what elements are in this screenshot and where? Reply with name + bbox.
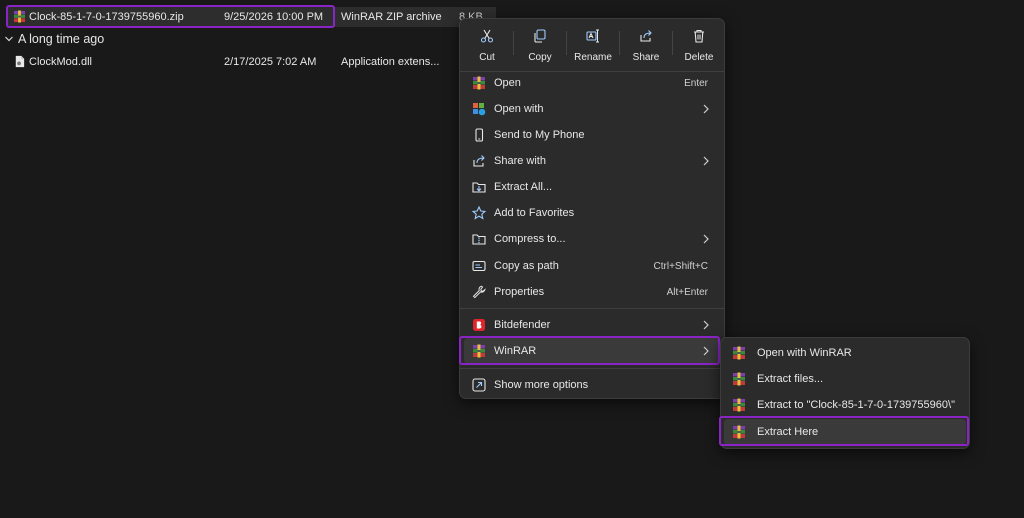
selection-highlight bbox=[6, 5, 335, 28]
chevron-right-icon bbox=[702, 320, 710, 330]
submenu-item-extract-to[interactable]: Extract to "Clock-85-1-7-0-1739755960\" bbox=[724, 392, 966, 418]
wrench-icon bbox=[472, 285, 486, 299]
menu-item-label: Add to Favorites bbox=[494, 207, 575, 219]
shortcut-label: Ctrl+Shift+C bbox=[653, 260, 708, 272]
menu-separator bbox=[460, 308, 724, 309]
menu-item-send-to-phone[interactable]: Send to My Phone bbox=[464, 122, 720, 148]
winrar-icon bbox=[732, 398, 746, 412]
menu-item-bitdefender[interactable]: Bitdefender bbox=[464, 312, 720, 338]
menu-item-label: Send to My Phone bbox=[494, 129, 585, 141]
chevron-right-icon bbox=[702, 104, 710, 114]
extract-all-icon bbox=[472, 182, 486, 193]
extract-here-highlight bbox=[719, 416, 969, 446]
menu-item-open[interactable]: Open Enter bbox=[464, 70, 720, 96]
menu-item-label: Open bbox=[494, 77, 521, 89]
file-name: ClockMod.dll bbox=[29, 56, 92, 68]
share-icon bbox=[640, 30, 652, 42]
copy-path-icon bbox=[472, 260, 486, 272]
menu-item-label: Show more options bbox=[494, 379, 589, 391]
winrar-icon bbox=[732, 372, 746, 386]
share-with-icon bbox=[473, 155, 485, 167]
file-type: Application extens... bbox=[341, 56, 440, 68]
delete-button[interactable]: Delete bbox=[673, 25, 725, 67]
file-date: 2/17/2025 7:02 AM bbox=[224, 56, 317, 68]
submenu-item-label: Open with WinRAR bbox=[757, 347, 852, 359]
winrar-highlight bbox=[459, 336, 720, 365]
rename-button[interactable]: Rename bbox=[567, 25, 619, 67]
rename-label: Rename bbox=[574, 52, 612, 63]
menu-item-label: Copy as path bbox=[494, 260, 559, 272]
menu-item-label: Open with bbox=[494, 103, 544, 115]
rename-icon bbox=[586, 29, 599, 43]
copy-label: Copy bbox=[528, 52, 552, 63]
menu-item-label: Compress to... bbox=[494, 233, 566, 245]
group-header[interactable]: A long time ago bbox=[4, 32, 104, 46]
menu-item-compress-to[interactable]: Compress to... bbox=[464, 226, 720, 252]
compress-icon bbox=[472, 234, 486, 245]
action-bar: Cut Copy Rename Share Delete bbox=[460, 19, 724, 71]
menu-item-copy-as-path[interactable]: Copy as path Ctrl+Shift+C bbox=[464, 253, 720, 279]
chevron-right-icon bbox=[702, 156, 710, 166]
menu-item-label: Bitdefender bbox=[494, 319, 551, 331]
winrar-icon bbox=[472, 76, 486, 90]
menu-item-show-more-options[interactable]: Show more options bbox=[464, 372, 720, 398]
menu-item-label: Extract All... bbox=[494, 181, 553, 193]
menu-item-share-with[interactable]: Share with bbox=[464, 148, 720, 174]
scissors-icon bbox=[480, 29, 494, 43]
file-row-dll[interactable]: ClockMod.dll 2/17/2025 7:02 AM Applicati… bbox=[8, 52, 448, 72]
shortcut-label: Enter bbox=[684, 77, 708, 89]
submenu-item-label: Extract to "Clock-85-1-7-0-1739755960\" bbox=[757, 399, 955, 411]
menu-item-label: Share with bbox=[494, 155, 546, 167]
copy-icon bbox=[534, 29, 546, 43]
menu-separator bbox=[460, 368, 724, 369]
menu-item-label: Properties bbox=[494, 286, 545, 298]
menu-item-open-with[interactable]: Open with bbox=[464, 96, 720, 122]
menu-item-add-to-favorites[interactable]: Add to Favorites bbox=[464, 200, 720, 226]
copy-button[interactable]: Copy bbox=[514, 25, 566, 67]
submenu-item-extract-files[interactable]: Extract files... bbox=[724, 366, 966, 392]
cut-button[interactable]: Cut bbox=[461, 25, 513, 67]
more-options-icon bbox=[472, 378, 486, 392]
delete-label: Delete bbox=[684, 52, 714, 63]
bitdefender-icon bbox=[473, 319, 485, 331]
file-type: WinRAR ZIP archive bbox=[341, 11, 442, 23]
open-with-icon bbox=[473, 103, 486, 116]
chevron-down-icon bbox=[5, 36, 13, 42]
cut-label: Cut bbox=[479, 52, 495, 63]
shortcut-label: Alt+Enter bbox=[666, 286, 708, 298]
share-button[interactable]: Share bbox=[620, 25, 672, 67]
star-icon bbox=[472, 206, 486, 220]
winrar-icon bbox=[732, 346, 746, 360]
menu-item-properties[interactable]: Properties Alt+Enter bbox=[464, 279, 720, 305]
menu-item-extract-all[interactable]: Extract All... bbox=[464, 174, 720, 200]
submenu-item-label: Extract files... bbox=[757, 373, 824, 385]
group-label: A long time ago bbox=[18, 32, 105, 46]
trash-icon bbox=[694, 29, 704, 43]
chevron-right-icon bbox=[702, 234, 710, 244]
share-label: Share bbox=[632, 52, 660, 63]
dll-file-icon bbox=[15, 55, 25, 68]
submenu-item-open-with-winrar[interactable]: Open with WinRAR bbox=[724, 340, 966, 366]
phone-icon bbox=[475, 128, 484, 142]
